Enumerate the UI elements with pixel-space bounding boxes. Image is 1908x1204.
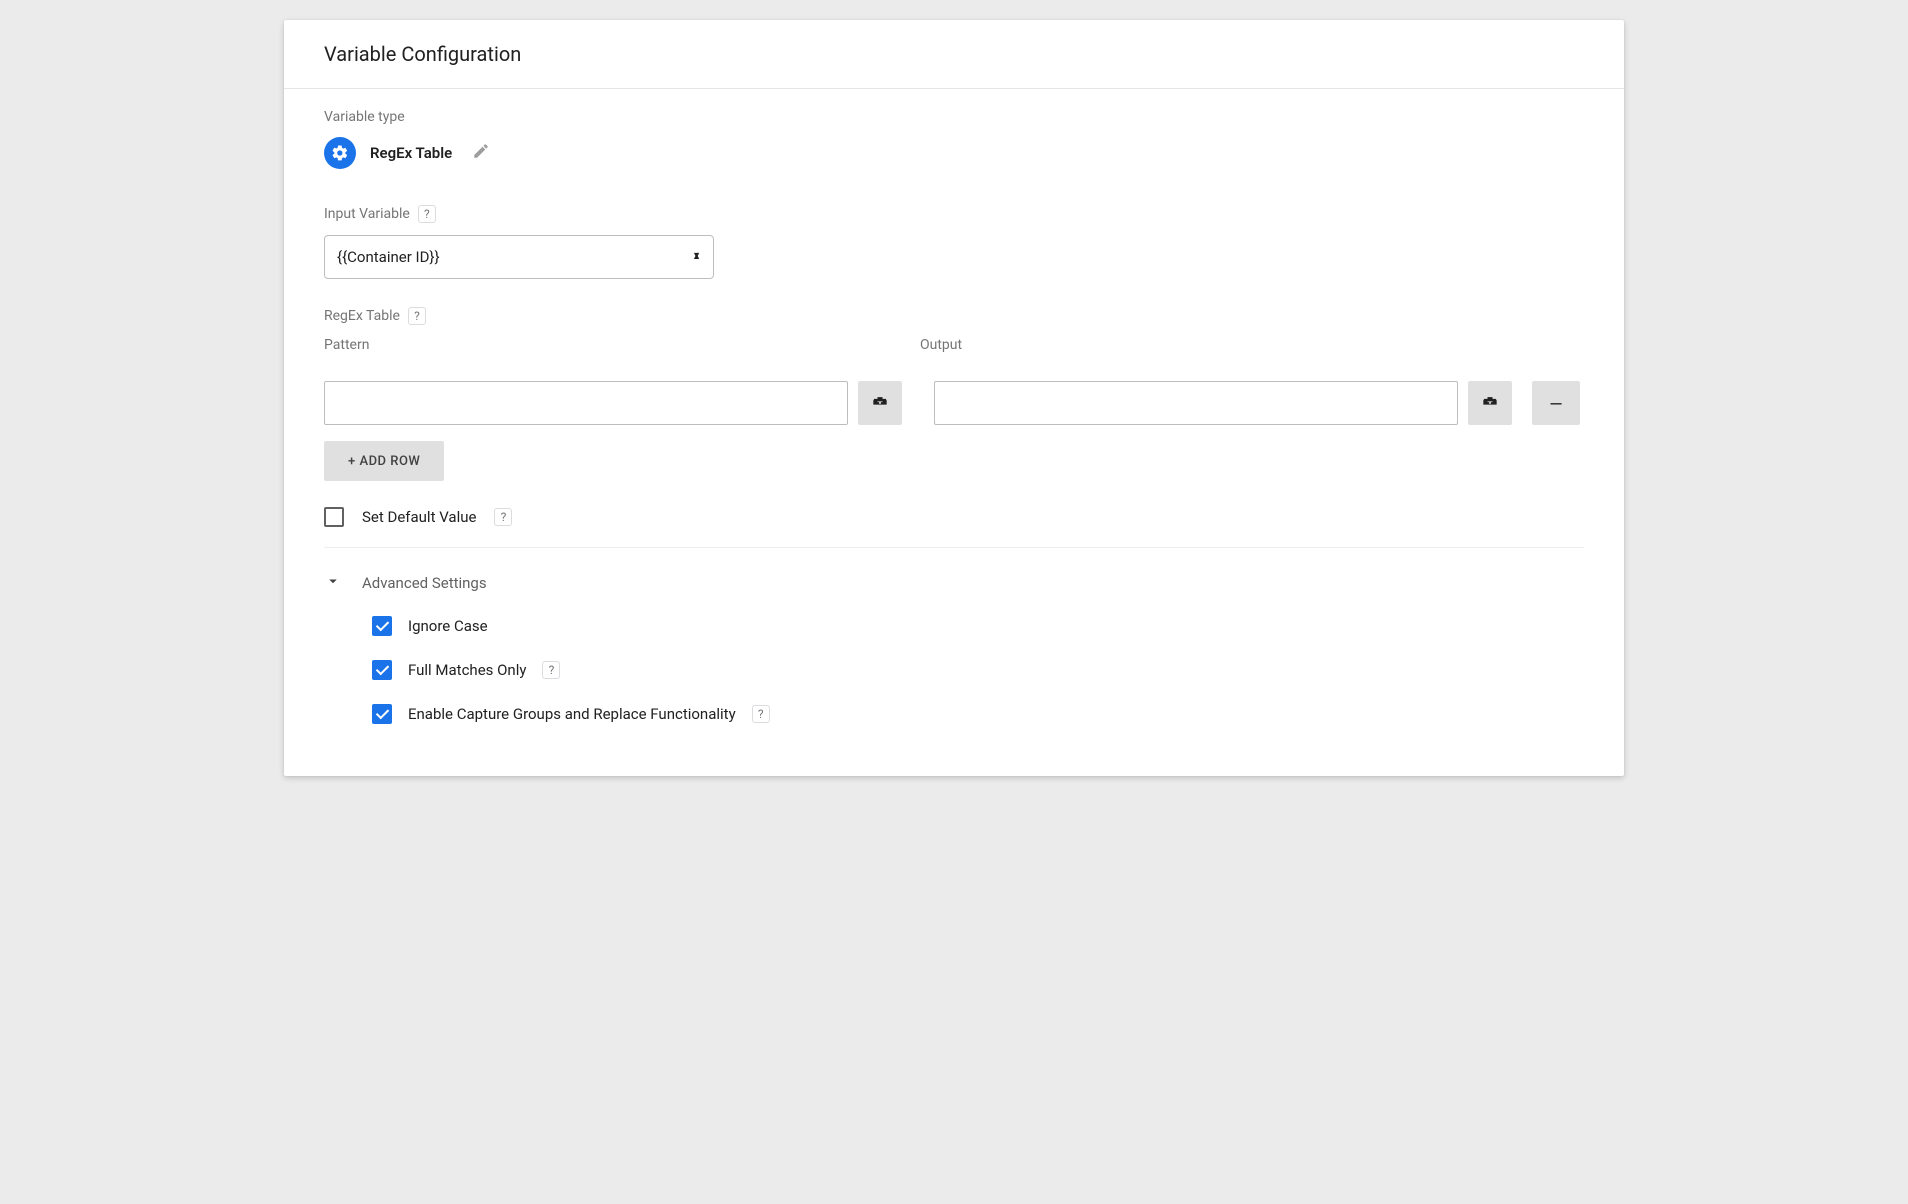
pattern-column-header: Pattern bbox=[324, 337, 848, 353]
help-icon[interactable]: ? bbox=[542, 661, 560, 679]
output-column-header: Output bbox=[920, 337, 1444, 353]
regex-table-row: – bbox=[324, 381, 1584, 425]
regex-table-label-text: RegEx Table bbox=[324, 308, 400, 324]
gear-icon bbox=[324, 137, 356, 169]
variable-type-row: RegEx Table bbox=[324, 137, 1584, 169]
advanced-settings-title: Advanced Settings bbox=[362, 574, 487, 592]
advanced-option-capture-groups: Enable Capture Groups and Replace Functi… bbox=[372, 704, 1584, 724]
advanced-settings-body: Ignore Case Full Matches Only ? Enable C… bbox=[324, 616, 1584, 724]
advanced-option-full-matches: Full Matches Only ? bbox=[372, 660, 1584, 680]
divider bbox=[324, 547, 1584, 548]
card-header: Variable Configuration bbox=[284, 20, 1624, 89]
input-variable-label-text: Input Variable bbox=[324, 206, 410, 222]
remove-row-button[interactable]: – bbox=[1532, 381, 1580, 425]
variable-config-card: Variable Configuration Variable type Reg… bbox=[284, 20, 1624, 776]
input-variable-value: {{Container ID}} bbox=[337, 248, 440, 266]
card-body: Variable type RegEx Table Input Variable… bbox=[284, 89, 1624, 776]
capture-groups-label: Enable Capture Groups and Replace Functi… bbox=[408, 705, 736, 723]
ignore-case-checkbox[interactable] bbox=[372, 616, 392, 636]
ignore-case-label: Ignore Case bbox=[408, 617, 488, 635]
set-default-value-row: Set Default Value ? bbox=[324, 507, 1584, 527]
help-icon[interactable]: ? bbox=[494, 508, 512, 526]
regex-table-label: RegEx Table ? bbox=[324, 307, 1584, 325]
help-icon[interactable]: ? bbox=[408, 307, 426, 325]
full-matches-label: Full Matches Only bbox=[408, 661, 526, 679]
add-row-button[interactable]: + ADD ROW bbox=[324, 441, 444, 481]
variable-type-name: RegEx Table bbox=[370, 144, 452, 162]
help-icon[interactable]: ? bbox=[418, 205, 436, 223]
pattern-input[interactable] bbox=[324, 381, 848, 425]
output-input[interactable] bbox=[934, 381, 1458, 425]
capture-groups-checkbox[interactable] bbox=[372, 704, 392, 724]
input-variable-label: Input Variable ? bbox=[324, 205, 1584, 223]
regex-table-headers: Pattern Output bbox=[324, 337, 1584, 353]
pattern-insert-variable-button[interactable] bbox=[858, 381, 902, 425]
output-insert-variable-button[interactable] bbox=[1468, 381, 1512, 425]
card-title: Variable Configuration bbox=[324, 42, 1584, 66]
full-matches-checkbox[interactable] bbox=[372, 660, 392, 680]
variable-type-label: Variable type bbox=[324, 109, 1584, 125]
advanced-settings-toggle[interactable]: Advanced Settings bbox=[324, 572, 1584, 594]
help-icon[interactable]: ? bbox=[752, 705, 770, 723]
chevron-down-icon bbox=[324, 572, 342, 594]
set-default-value-label: Set Default Value bbox=[362, 508, 476, 526]
advanced-option-ignore-case: Ignore Case bbox=[372, 616, 1584, 636]
input-variable-select[interactable]: {{Container ID}} ▲ ▼ bbox=[324, 235, 714, 279]
set-default-value-checkbox[interactable] bbox=[324, 507, 344, 527]
edit-icon[interactable] bbox=[472, 142, 490, 164]
